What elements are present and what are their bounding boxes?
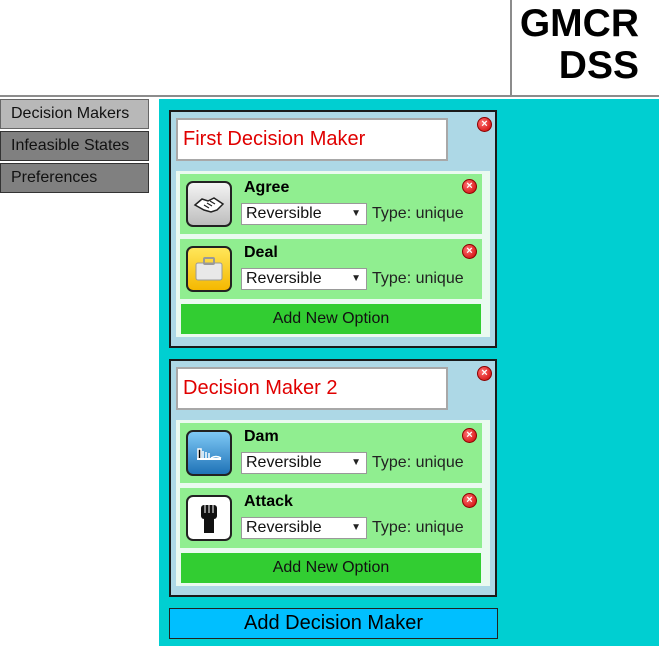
reversibility-select[interactable]: Reversible ▼	[241, 452, 367, 474]
option-name: Agree	[244, 179, 290, 196]
sidebar: Decision Makers Infeasible States Prefer…	[0, 99, 149, 195]
remove-option-icon[interactable]: ×	[462, 493, 477, 508]
option-card: Dam Reversible ▼ Type: unique ×	[180, 423, 482, 483]
remove-option-icon[interactable]: ×	[462, 244, 477, 259]
handshake-icon	[186, 181, 232, 227]
logo-line-2: DSS	[558, 44, 639, 87]
add-decision-maker-button[interactable]: Add Decision Maker	[169, 608, 498, 639]
briefcase-icon	[186, 246, 232, 292]
header: GMCR DSS	[0, 0, 659, 97]
reversibility-select[interactable]: Reversible ▼	[241, 268, 367, 290]
option-name: Dam	[244, 428, 279, 445]
remove-decision-maker-icon[interactable]: ×	[477, 117, 492, 132]
logo-line-1: GMCR	[519, 2, 639, 45]
option-name: Attack	[244, 493, 293, 510]
chevron-down-icon: ▼	[351, 208, 361, 219]
option-card: Agree Reversible ▼ Type: unique ×	[180, 174, 482, 234]
reversibility-select[interactable]: Reversible ▼	[241, 203, 367, 225]
option-name: Deal	[244, 244, 278, 261]
main-panel: First Decision Maker × Agree Reversible ▼…	[159, 99, 659, 646]
option-type: Type: unique	[372, 519, 464, 536]
reversibility-value: Reversible	[246, 454, 322, 471]
sidebar-item-infeasible-states[interactable]: Infeasible States	[0, 131, 149, 161]
reversibility-value: Reversible	[246, 519, 322, 536]
remove-option-icon[interactable]: ×	[462, 179, 477, 194]
decision-maker-card: Decision Maker 2 × Dam Reversible ▼ Type:…	[169, 359, 497, 597]
chevron-down-icon: ▼	[351, 522, 361, 533]
sidebar-item-decision-makers[interactable]: Decision Makers	[0, 99, 149, 129]
reversibility-select[interactable]: Reversible ▼	[241, 517, 367, 539]
option-card: Attack Reversible ▼ Type: unique ×	[180, 488, 482, 548]
add-new-option-button[interactable]: Add New Option	[181, 304, 481, 334]
dam-icon	[186, 430, 232, 476]
remove-option-icon[interactable]: ×	[462, 428, 477, 443]
add-new-option-button[interactable]: Add New Option	[181, 553, 481, 583]
option-type: Type: unique	[372, 270, 464, 287]
remove-decision-maker-icon[interactable]: ×	[477, 366, 492, 381]
app-logo: GMCR DSS	[510, 0, 659, 95]
options-list: Agree Reversible ▼ Type: unique × Deal Re…	[176, 171, 490, 337]
fist-icon	[186, 495, 232, 541]
reversibility-value: Reversible	[246, 205, 322, 222]
app-root: GMCR DSS Decision Makers Infeasible Stat…	[0, 0, 659, 648]
option-type: Type: unique	[372, 205, 464, 222]
option-card: Deal Reversible ▼ Type: unique ×	[180, 239, 482, 299]
options-list: Dam Reversible▼ Type: unique × Attack R	[176, 420, 490, 586]
decision-maker-name-input[interactable]: Decision Maker 2	[176, 367, 448, 410]
chevron-down-icon: ▼	[351, 457, 361, 468]
decision-maker-name-input[interactable]: First Decision Maker	[176, 118, 448, 161]
sidebar-item-preferences[interactable]: Preferences	[0, 163, 149, 193]
chevron-down-icon: ▼	[351, 273, 361, 284]
option-type: Type: unique	[372, 454, 464, 471]
reversibility-value: Reversible	[246, 270, 322, 287]
decision-maker-card: First Decision Maker × Agree Reversible ▼…	[169, 110, 497, 348]
